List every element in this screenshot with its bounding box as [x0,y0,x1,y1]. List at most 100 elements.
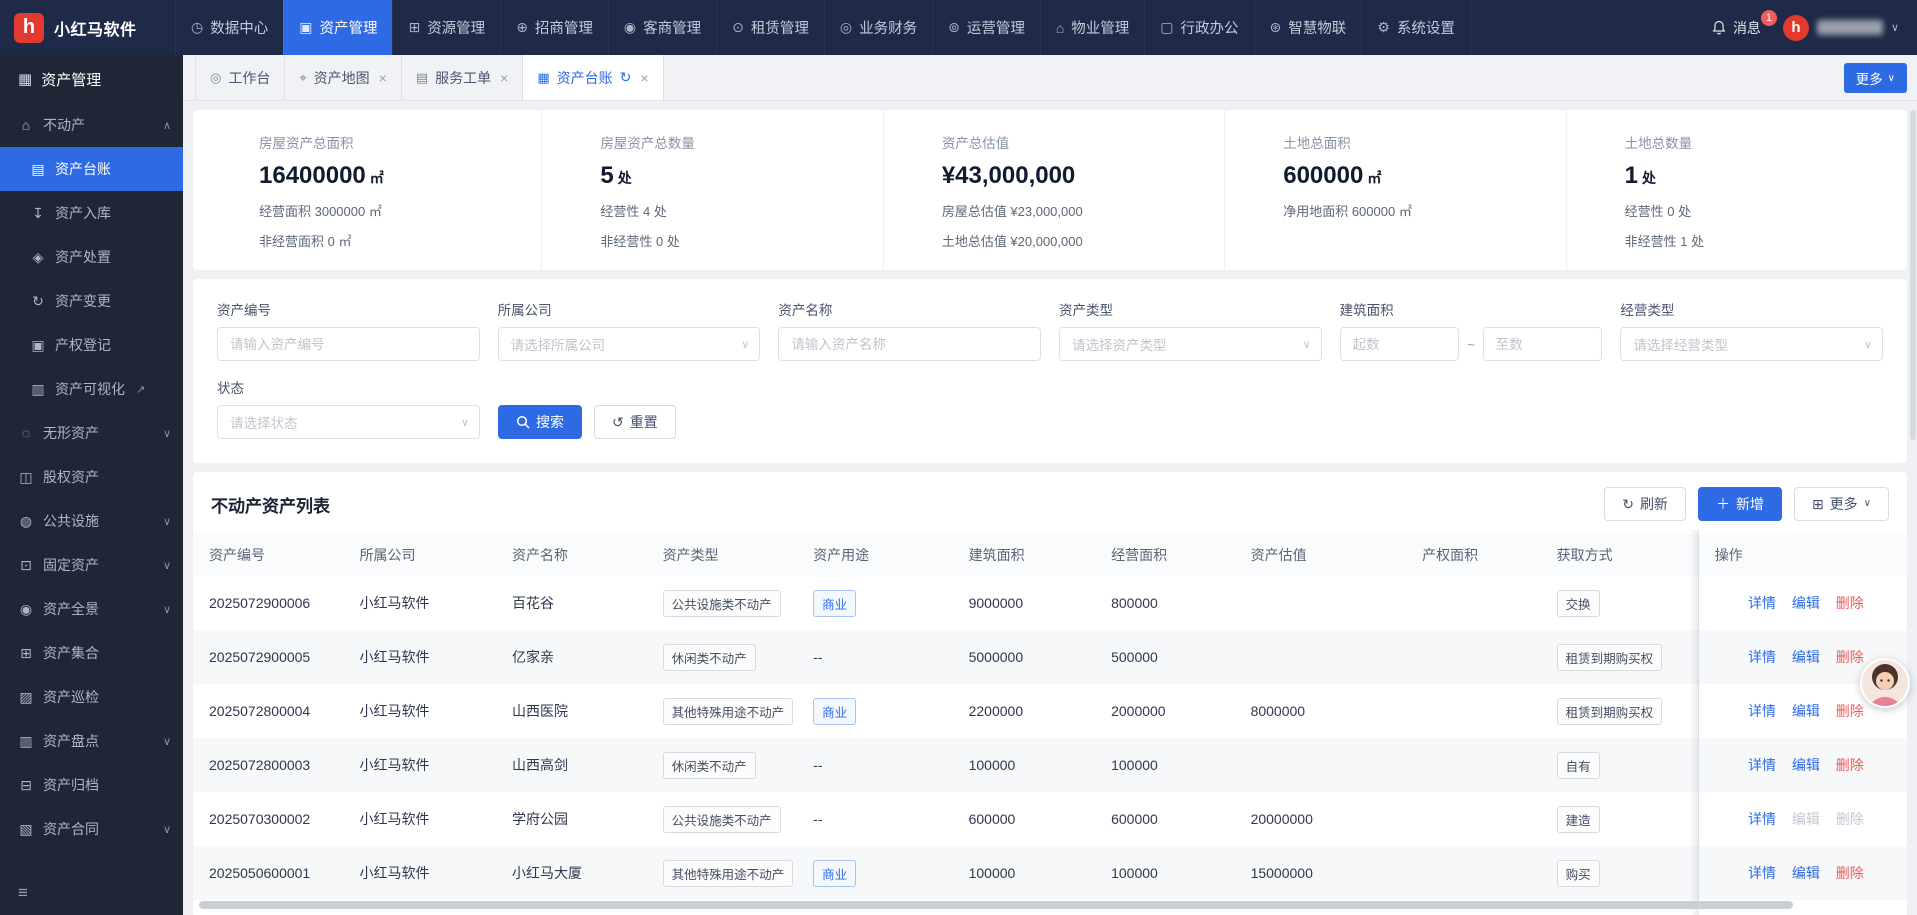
detail-link[interactable]: 详情 [1748,811,1776,827]
build-area-min-input[interactable] [1340,327,1460,361]
delete-link[interactable]: 删除 [1836,757,1864,773]
cell-valuation [1235,576,1407,630]
nav-item-smart-iot[interactable]: ⊛智慧物联 [1254,0,1362,55]
tab-asset-map[interactable]: ⌖ 资产地图 × [285,55,402,100]
usage-tag: 商业 [813,698,856,725]
stat-land-total-area: 土地总面积 600000㎡ 净用地面积 600000 ㎡ [1224,110,1565,270]
nav-item-admin-office[interactable]: ▢行政办公 [1144,0,1253,55]
asset-type-select[interactable]: 请选择资产类型 ∨ [1059,327,1322,361]
nav-item-lease-mgmt[interactable]: ⊙租赁管理 [716,0,824,55]
detail-link[interactable]: 详情 [1748,649,1776,665]
sidebar-item-asset-inspection[interactable]: ▨ 资产巡检 [0,675,183,719]
asset-code-input[interactable] [217,327,480,361]
sidebar-item-asset-ledger[interactable]: ▤ 资产台账 [0,147,183,191]
sidebar-item-asset-inventory[interactable]: ▥ 资产盘点 ∨ [0,719,183,763]
sidebar-item-property-registration[interactable]: ▣ 产权登记 [0,323,183,367]
sidebar-collapse-button[interactable]: ≡ [0,871,183,915]
delete-link[interactable]: 删除 [1836,595,1864,611]
reset-button[interactable]: ↺ 重置 [594,405,676,439]
sidebar-item-intangible-assets[interactable]: ◌ 无形资产 ∨ [0,411,183,455]
cell-build-area: 100000 [953,738,1095,792]
assistant-avatar[interactable] [1860,658,1910,708]
refresh-icon: ↻ [1622,497,1634,511]
company-select[interactable]: 请选择所属公司 ∨ [498,327,761,361]
vertical-scrollbar[interactable] [1910,110,1916,440]
nav-item-label: 物业管理 [1071,17,1129,38]
cell-company: 小红马软件 [344,738,497,792]
delete-link[interactable]: 删除 [1836,703,1864,719]
nav-item-investment-mgmt[interactable]: ⊕招商管理 [500,0,608,55]
add-button[interactable]: ＋ 新增 [1698,487,1782,521]
table-more-button[interactable]: ⊞ 更多 ∨ [1794,487,1889,521]
chevron-down-icon: ∨ [1303,338,1311,351]
cell-operate-area: 2000000 [1095,684,1234,738]
sidebar-item-fixed-assets[interactable]: ⊡ 固定资产 ∨ [0,543,183,587]
cell-operate-area: 800000 [1095,576,1234,630]
close-icon[interactable]: × [640,70,648,86]
sidebar-item-asset-panorama[interactable]: ◉ 资产全景 ∨ [0,587,183,631]
app-logo[interactable]: h 小红马软件 [0,0,175,55]
detail-link[interactable]: 详情 [1748,865,1776,881]
horizontal-scrollbar[interactable] [199,901,1793,909]
search-button[interactable]: 搜索 [498,405,582,439]
table-row: 2025072800004 小红马软件 山西医院 其他特殊用途不动产 商业 22… [193,684,1907,738]
nav-item-asset-mgmt[interactable]: ▣资产管理 [283,0,392,55]
nav-item-data-center[interactable]: ◷数据中心 [175,0,283,55]
edit-link[interactable]: 编辑 [1792,649,1820,665]
sidebar-item-label: 资产变更 [55,291,111,311]
sidebar-item-equity-assets[interactable]: ◫ 股权资产 [0,455,183,499]
detail-link[interactable]: 详情 [1748,703,1776,719]
tab-service-orders[interactable]: ▤ 服务工单 × [402,55,523,100]
operate-type-select[interactable]: 请选择经营类型 ∨ [1620,327,1883,361]
sidebar-item-asset-collection[interactable]: ⊞ 资产集合 [0,631,183,675]
cell-acquire-method: 购买 [1541,846,1699,900]
sidebar-item-real-estate[interactable]: ⌂ 不动产 ∧ [0,103,183,147]
col-asset-name: 资产名称 [496,534,647,576]
sidebar-item-asset-visualization[interactable]: ▥ 资产可视化 ↗ [0,367,183,411]
sidebar-item-asset-archive[interactable]: ⊟ 资产归档 [0,763,183,807]
nav-item-merchant-mgmt[interactable]: ◉客商管理 [608,0,716,55]
delete-link[interactable]: 删除 [1836,865,1864,881]
nav-item-business-finance[interactable]: ◎业务财务 [824,0,932,55]
equity-icon: ◫ [18,469,34,486]
edit-link[interactable]: 编辑 [1792,865,1820,881]
edit-link[interactable]: 编辑 [1792,595,1820,611]
close-icon[interactable]: × [379,70,387,86]
chevron-down-icon: ∨ [741,338,749,351]
nav-item-operations-mgmt[interactable]: ⊚运营管理 [932,0,1040,55]
sidebar-item-public-facilities[interactable]: ◍ 公共设施 ∨ [0,499,183,543]
detail-link[interactable]: 详情 [1748,595,1776,611]
refresh-button[interactable]: ↻ 刷新 [1604,487,1686,521]
detail-link[interactable]: 详情 [1748,757,1776,773]
messages-button[interactable]: 消息 1 [1711,18,1761,38]
sidebar-item-asset-contract[interactable]: ▧ 资产合同 ∨ [0,807,183,851]
app-title: 小红马软件 [54,16,137,40]
sidebar-item-label: 公共设施 [43,511,99,531]
tabs-more-button[interactable]: 更多 ∨ [1844,63,1907,93]
close-icon[interactable]: × [500,70,508,86]
tab-asset-ledger[interactable]: ▦ 资产台账 ↻ × [523,55,663,100]
nav-item-system-settings[interactable]: ⚙系统设置 [1361,0,1471,55]
cell-valuation: 15000000 [1235,846,1407,900]
delete-link[interactable]: 删除 [1836,649,1864,665]
disposal-icon: ◈ [30,249,46,266]
acquire-tag: 建造 [1557,806,1600,833]
build-area-max-input[interactable] [1483,327,1603,361]
sidebar-item-asset-disposal[interactable]: ◈ 资产处置 [0,235,183,279]
edit-link[interactable]: 编辑 [1792,703,1820,719]
stat-label: 土地总数量 [1625,132,1897,152]
refresh-tab-icon[interactable]: ↻ [620,69,632,86]
nav-item-resource-mgmt[interactable]: ⊞资源管理 [392,0,500,55]
nav-item-label: 系统设置 [1397,17,1455,38]
user-menu[interactable]: h ∨ [1783,15,1899,41]
edit-link[interactable]: 编辑 [1792,757,1820,773]
nav-item-property-mgmt[interactable]: ⌂物业管理 [1040,0,1144,55]
asset-name-input[interactable] [778,327,1041,361]
status-select[interactable]: 请选择状态 ∨ [217,405,480,439]
cell-asset-type: 其他特殊用途不动产 [647,846,798,900]
tab-workbench[interactable]: ◎ 工作台 [195,55,285,100]
col-build-area: 建筑面积 [953,534,1095,576]
resource-mgmt-icon: ⊞ [408,19,420,36]
sidebar-item-asset-change[interactable]: ↻ 资产变更 [0,279,183,323]
sidebar-item-asset-inbound[interactable]: ↧ 资产入库 [0,191,183,235]
